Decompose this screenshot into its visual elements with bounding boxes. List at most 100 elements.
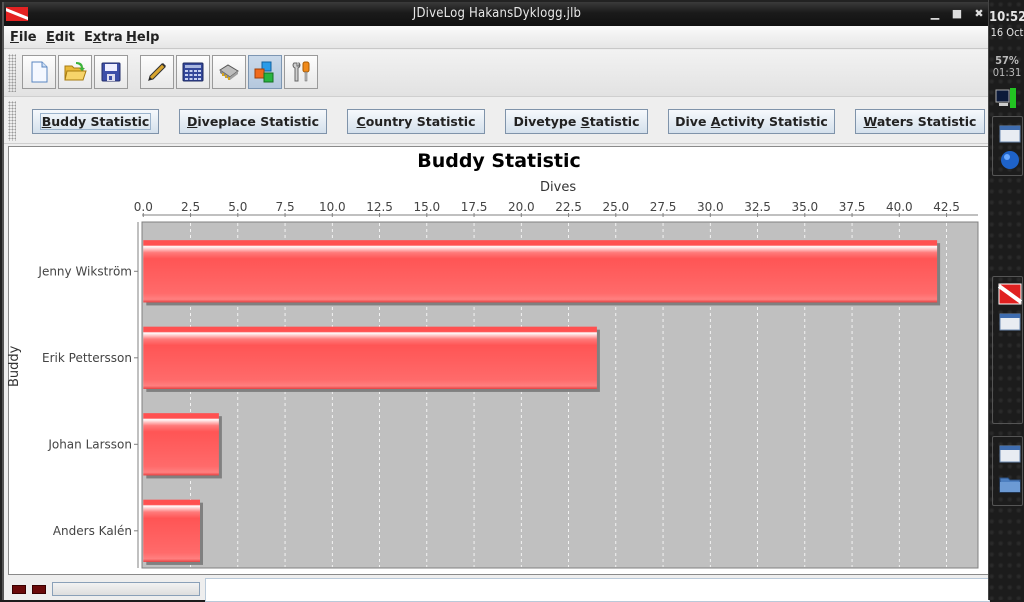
menu-help-rest: elp — [136, 30, 160, 45]
x-tick-label: 5.0 — [228, 200, 247, 214]
statistic-bar-grip[interactable] — [8, 101, 16, 141]
waters-statistic-button[interactable]: Waters Statistic — [855, 109, 985, 134]
buddy-statistic-button[interactable]: Buddy Statistic — [32, 109, 159, 134]
title-bar[interactable]: JDiveLog HakansDyklogg.jlb ▁ ■ ✖ — [4, 2, 990, 26]
launcher-group-2 — [992, 276, 1023, 424]
launcher-group-1 — [992, 116, 1023, 176]
x-tick-label: 2.5 — [181, 200, 200, 214]
calculator-icon — [182, 62, 204, 82]
cubes-icon — [254, 61, 274, 83]
pen-icon — [148, 63, 166, 81]
menu-edit[interactable]: Edit — [46, 30, 75, 45]
statistics-button[interactable] — [248, 55, 282, 89]
desktop: JDiveLog HakansDyklogg.jlb ▁ ■ ✖ File Ed… — [0, 0, 1024, 602]
menu-extra-pre: E — [84, 30, 93, 45]
status-message-field — [205, 578, 990, 602]
close-button[interactable]: ✖ — [970, 5, 988, 23]
dive-activity-statistic-button[interactable]: Dive Activity Statistic — [668, 109, 835, 134]
status-indicator-2 — [32, 585, 46, 594]
menu-edit-rest: dit — [54, 30, 75, 45]
mnemonic-letter: D — [187, 114, 198, 129]
window-launcher-icon[interactable] — [998, 443, 1022, 465]
settings-button[interactable] — [284, 55, 318, 89]
x-tick-label: 25.0 — [602, 200, 629, 214]
edit-logbook-button[interactable] — [140, 55, 174, 89]
waters-statistic-label: Waters Statistic — [863, 114, 977, 129]
x-tick-label: 7.5 — [276, 200, 295, 214]
window-title: JDiveLog HakansDyklogg.jlb — [412, 6, 582, 21]
launcher-group-3 — [992, 436, 1023, 506]
system-panel: 10:52 16 Oct 57% 01:31 — [988, 0, 1024, 600]
status-bar — [4, 576, 990, 602]
open-folder-icon — [64, 62, 87, 81]
x-tick-label: 30.0 — [697, 200, 724, 214]
y-tick-label: Jenny Wikström — [37, 264, 132, 278]
y-axis-label: Buddy — [7, 345, 22, 387]
x-tick-label: 35.0 — [791, 200, 818, 214]
x-tick-label: 10.0 — [319, 200, 346, 214]
y-tick-label: Erik Pettersson — [42, 351, 132, 365]
network-monitor-icon[interactable] — [995, 86, 1019, 110]
diveplace-statistic-label: Diveplace Statistic — [187, 114, 319, 129]
menu-file[interactable]: File — [10, 30, 37, 45]
clock-time[interactable]: 10:52 — [989, 10, 1024, 25]
chart-title: Buddy Statistic — [417, 150, 581, 172]
x-tick-label: 0.0 — [134, 200, 153, 214]
new-document-icon — [31, 61, 48, 83]
buddy-statistic-label: Buddy Statistic — [39, 113, 152, 130]
menu-file-rest: ile — [18, 30, 37, 45]
menu-edit-mnemonic: E — [46, 30, 55, 45]
open-file-button[interactable] — [58, 55, 92, 89]
menu-help-mnemonic: H — [126, 30, 137, 45]
clock-date: 16 Oct — [990, 26, 1024, 39]
bar — [143, 240, 938, 303]
x-tick-label: 17.5 — [461, 200, 488, 214]
mnemonic-letter: B — [41, 114, 52, 129]
globe-icon[interactable] — [998, 149, 1022, 171]
new-file-button[interactable] — [22, 55, 56, 89]
mnemonic-letter: A — [710, 114, 721, 129]
progress-bar — [52, 582, 200, 596]
battery-time: 01:31 — [992, 66, 1022, 79]
app-window: JDiveLog HakansDyklogg.jlb ▁ ■ ✖ File Ed… — [2, 2, 990, 602]
country-statistic-button[interactable]: Country Statistic — [347, 109, 485, 134]
bar — [143, 499, 200, 562]
window-taskbar-icon[interactable] — [998, 311, 1022, 333]
status-indicator-1 — [12, 585, 26, 594]
divetype-statistic-button[interactable]: Divetype Statistic — [505, 109, 648, 134]
toolbar — [4, 50, 990, 97]
floppy-disk-icon — [101, 62, 121, 82]
jdivelog-taskbar-icon[interactable] — [998, 283, 1022, 305]
tools-icon — [292, 61, 310, 82]
y-tick-label: Anders Kalén — [53, 524, 132, 538]
calculator-button[interactable] — [176, 55, 210, 89]
mnemonic-letter: W — [863, 114, 877, 129]
toolbar-grip[interactable] — [8, 54, 16, 92]
x-tick-label: 42.5 — [933, 200, 960, 214]
x-axis-label: Dives — [540, 180, 577, 195]
minimize-button[interactable]: ▁ — [926, 5, 944, 23]
x-tick-label: 40.0 — [886, 200, 913, 214]
menu-help[interactable]: Help — [126, 30, 159, 45]
menu-file-mnemonic: F — [10, 30, 19, 45]
y-tick-label: Johan Larsson — [47, 437, 132, 451]
x-tick-label: 22.5 — [555, 200, 582, 214]
diveplace-statistic-button[interactable]: Diveplace Statistic — [179, 109, 327, 134]
chip-icon — [219, 64, 239, 80]
x-tick-label: 15.0 — [413, 200, 440, 214]
dive-computer-button[interactable] — [212, 55, 246, 89]
country-statistic-label: Country Statistic — [356, 114, 476, 129]
x-tick-label: 37.5 — [839, 200, 866, 214]
chart-panel: 0.0 2.5 5.0 7.5 10.0 12.5 15.0 17.5 20.0 22.5 25.0… — [7, 146, 990, 575]
mnemonic-letter: S — [580, 114, 590, 129]
divetype-statistic-label: Divetype Statistic — [513, 114, 640, 129]
statistic-selector-bar: Buddy Statistic Diveplace Statistic Coun… — [4, 98, 990, 144]
folder-icon[interactable] — [998, 473, 1022, 495]
maximize-button[interactable]: ■ — [948, 5, 966, 23]
menu-extra-rest: tra — [101, 30, 123, 45]
menu-extra[interactable]: Extra — [84, 30, 123, 45]
window-app-icon[interactable] — [998, 123, 1022, 145]
save-file-button[interactable] — [94, 55, 128, 89]
bar — [143, 413, 219, 476]
mnemonic-letter: C — [356, 114, 366, 129]
